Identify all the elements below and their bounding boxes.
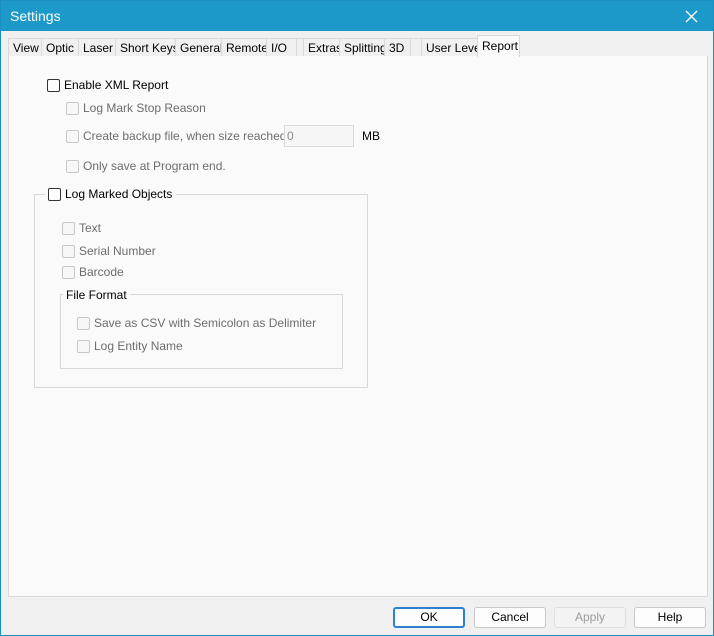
- tab-user-level[interactable]: User Level: [421, 38, 483, 56]
- log-text-checkbox[interactable]: Text: [62, 221, 101, 235]
- checkbox-box: [62, 221, 75, 235]
- ok-button[interactable]: OK: [393, 607, 465, 628]
- checkbox-box: [47, 78, 60, 92]
- apply-button[interactable]: Apply: [554, 607, 626, 628]
- checkbox-label: Log Marked Objects: [65, 187, 173, 201]
- checkbox-label: Log Entity Name: [94, 339, 183, 353]
- checkbox-label: Only save at Program end.: [83, 159, 226, 173]
- log-serial-number-checkbox[interactable]: Serial Number: [62, 244, 156, 258]
- log-marked-objects-checkbox[interactable]: Log Marked Objects: [45, 187, 177, 201]
- backup-size-input[interactable]: 0: [284, 125, 354, 147]
- checkbox-label: Enable XML Report: [64, 78, 169, 92]
- backup-size-unit: MB: [362, 129, 380, 143]
- tab-strip: View Optic Laser Short Keys General Remo…: [8, 35, 708, 57]
- checkbox-box: [62, 244, 75, 258]
- cancel-button[interactable]: Cancel: [474, 607, 546, 628]
- log-barcode-checkbox[interactable]: Barcode: [62, 265, 124, 279]
- save-as-csv-checkbox[interactable]: Save as CSV with Semicolon as Delimiter: [77, 316, 316, 330]
- checkbox-box: [77, 316, 90, 330]
- tab-view[interactable]: View: [8, 38, 42, 56]
- checkbox-label: Serial Number: [79, 244, 156, 258]
- close-button[interactable]: [669, 1, 713, 31]
- tab-general[interactable]: General: [175, 38, 223, 56]
- checkbox-label: Text: [79, 221, 102, 235]
- enable-xml-report-checkbox[interactable]: Enable XML Report: [47, 78, 168, 92]
- tab-short-keys[interactable]: Short Keys: [115, 38, 179, 56]
- file-format-title: File Format: [63, 288, 130, 302]
- tab-extras[interactable]: Extras: [303, 38, 342, 56]
- checkbox-label: Log Mark Stop Reason: [83, 101, 206, 115]
- only-save-at-end-checkbox[interactable]: Only save at Program end.: [66, 159, 226, 173]
- file-format-group: [60, 294, 343, 369]
- window-title: Settings: [10, 8, 61, 24]
- checkbox-box: [66, 129, 79, 143]
- tab-splitting[interactable]: Splitting: [339, 38, 387, 56]
- checkbox-box: [66, 159, 79, 173]
- checkbox-box: [66, 101, 79, 115]
- tab-3d[interactable]: 3D: [384, 38, 411, 56]
- tab-optic[interactable]: Optic: [41, 38, 79, 56]
- log-entity-name-checkbox[interactable]: Log Entity Name: [77, 339, 183, 353]
- title-bar[interactable]: Settings: [1, 1, 713, 31]
- checkbox-box: [77, 339, 90, 353]
- tab-io[interactable]: I/O: [266, 38, 297, 56]
- checkbox-label: Barcode: [79, 265, 124, 279]
- close-icon: [685, 10, 697, 22]
- checkbox-box: [48, 187, 61, 201]
- settings-dialog: Settings View Optic Laser Short Keys Gen…: [0, 0, 714, 636]
- checkbox-box: [62, 265, 75, 279]
- tab-remote[interactable]: Remote: [221, 38, 268, 56]
- checkbox-label: Create backup file, when size reached:: [83, 129, 290, 143]
- tab-laser[interactable]: Laser: [78, 38, 116, 56]
- help-button[interactable]: Help: [634, 607, 706, 628]
- log-mark-stop-reason-checkbox[interactable]: Log Mark Stop Reason: [66, 101, 206, 115]
- tab-report[interactable]: Report: [477, 35, 520, 57]
- create-backup-file-checkbox[interactable]: Create backup file, when size reached:: [66, 129, 290, 143]
- checkbox-label: Save as CSV with Semicolon as Delimiter: [94, 316, 317, 330]
